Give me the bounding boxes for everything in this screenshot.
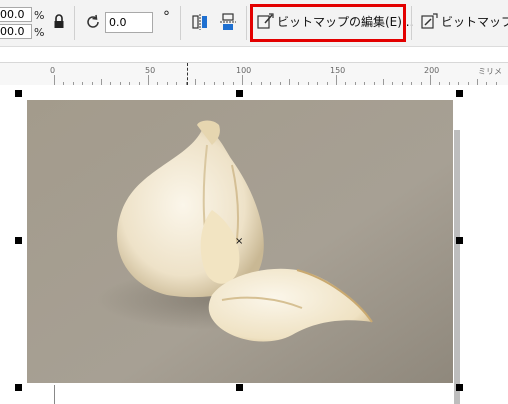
page-shadow: [454, 130, 460, 404]
selection-handle-top-right[interactable]: [456, 90, 463, 97]
mirror-horizontal-icon[interactable]: [190, 12, 210, 32]
ruler-tick: [242, 75, 243, 85]
selection-handle-bottom-center[interactable]: [236, 384, 243, 391]
mirror-vertical-icon[interactable]: [218, 12, 238, 32]
separator: [180, 6, 181, 40]
ruler-label: 200: [424, 66, 440, 75]
degree-symbol: °: [163, 9, 170, 25]
property-bar: 00.0 % 00.0 % 0.0 ° ビットマップの編集(E)... ビットマ…: [0, 0, 508, 47]
rotation-angle-value: 0.0: [109, 16, 127, 29]
trace-bitmap-icon: [420, 12, 438, 30]
rotation-angle-field[interactable]: 0.0: [105, 12, 153, 33]
selection-handle-middle-left[interactable]: [15, 237, 22, 244]
ruler-position-marker: [187, 63, 189, 85]
trace-bitmap-button[interactable]: ビットマップの: [420, 12, 508, 30]
selection-handle-middle-right[interactable]: [456, 237, 463, 244]
scale-x-value: 00.0: [0, 8, 25, 21]
ruler-label: 50: [145, 66, 156, 75]
center-x-icon[interactable]: ×: [235, 236, 243, 247]
scale-x-percent: %: [34, 9, 45, 22]
scale-y-value: 00.0: [0, 25, 25, 38]
ruler-label: 0: [50, 66, 56, 75]
ruler-label: 150: [330, 66, 346, 75]
separator: [74, 6, 75, 40]
ruler-tick: [148, 75, 149, 85]
ruler-tick: [430, 75, 431, 85]
rotate-icon: [84, 13, 102, 31]
separator: [411, 6, 412, 40]
separator: [246, 6, 247, 40]
trace-bitmap-label: ビットマップの: [441, 14, 508, 29]
scale-y-field[interactable]: 00.0: [0, 24, 32, 39]
selection-handle-top-center[interactable]: [236, 90, 243, 97]
scale-y-percent: %: [34, 26, 45, 39]
ruler-tick: [54, 75, 55, 85]
page-border: [54, 385, 55, 404]
ruler-unit: ミリメ: [478, 67, 502, 76]
lock-icon[interactable]: [53, 14, 65, 30]
selection-handle-bottom-left[interactable]: [15, 384, 22, 391]
selection-handle-bottom-right[interactable]: [456, 384, 463, 391]
horizontal-ruler[interactable]: 0 50 100 150 200 ミリメ: [0, 62, 508, 86]
selection-handle-top-left[interactable]: [15, 90, 22, 97]
ruler-tick: [336, 75, 337, 85]
ruler-label: 100: [236, 66, 252, 75]
scale-x-field[interactable]: 00.0: [0, 7, 32, 22]
highlight-frame: [250, 4, 406, 42]
